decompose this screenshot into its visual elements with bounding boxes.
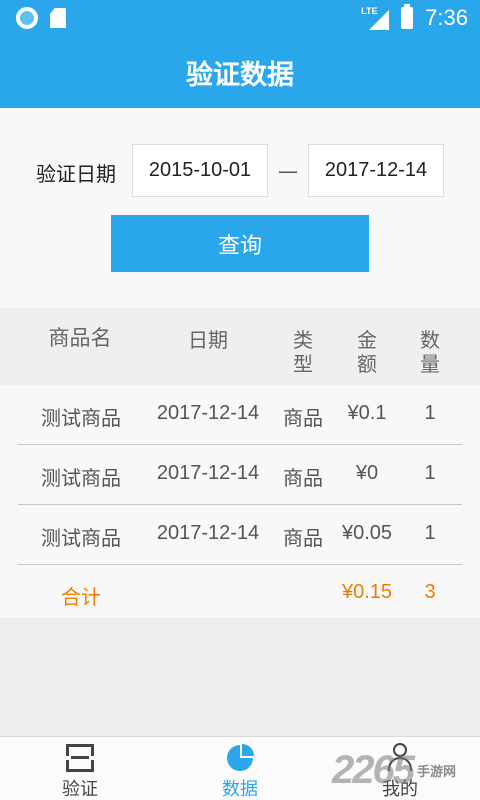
app-header: 验证数据 xyxy=(0,36,480,108)
column-header-name: 商品名 xyxy=(48,326,112,350)
cell-qty: 1 xyxy=(424,522,436,544)
query-button[interactable]: 查询 xyxy=(111,215,369,272)
cell-qty: 1 xyxy=(424,462,436,484)
cell-type: 商品 xyxy=(283,406,323,430)
table-body: 测试商品 2017-12-14 商品 ¥0.1 1 测试商品 2017-12-1… xyxy=(0,385,480,618)
page-title: 验证数据 xyxy=(186,59,294,91)
cell-name: 测试商品 xyxy=(41,466,121,490)
watermark-number: 2265 xyxy=(332,748,415,792)
table-row[interactable]: 测试商品 2017-12-14 商品 ¥0.1 1 xyxy=(0,385,480,445)
cell-qty: 1 xyxy=(424,402,436,424)
tab-verify-label: 验证 xyxy=(62,779,98,800)
end-date-field[interactable]: 2017-12-14 xyxy=(308,144,444,197)
total-label: 合计 xyxy=(61,585,101,609)
table-header: 商品名 日期 类型 金额 数量 xyxy=(0,308,480,385)
cell-name: 测试商品 xyxy=(41,406,121,430)
total-amount: ¥0.15 xyxy=(341,581,393,603)
column-header-amount: 金额 xyxy=(357,328,377,376)
total-row: 合计 ¥0.15 3 xyxy=(0,565,480,617)
scan-icon xyxy=(66,744,94,772)
watermark-logo: 2265 手游网 xyxy=(332,748,456,793)
status-bar: LTE 7:36 xyxy=(0,0,480,36)
tab-data[interactable]: 数据 xyxy=(180,737,300,800)
watermark-text: 手游网 xyxy=(416,765,456,780)
notification-ring-icon xyxy=(16,7,38,29)
date-range-separator: — xyxy=(278,159,298,183)
start-date-field[interactable]: 2015-10-01 xyxy=(132,144,268,197)
signal-icon: LTE xyxy=(361,6,390,30)
tab-verify[interactable]: 验证 xyxy=(20,737,140,800)
column-header-qty: 数量 xyxy=(420,328,440,376)
battery-icon xyxy=(401,4,414,29)
sd-card-icon xyxy=(50,8,66,28)
table-row[interactable]: 测试商品 2017-12-14 商品 ¥0 1 xyxy=(0,445,480,505)
cell-date: 2017-12-14 xyxy=(156,522,260,544)
total-qty: 3 xyxy=(424,581,436,603)
cell-amount: ¥0 xyxy=(355,462,379,484)
date-filter-panel xyxy=(0,108,480,308)
status-time: 7:36 xyxy=(425,5,468,30)
date-filter-label: 验证日期 xyxy=(36,162,116,186)
cell-amount: ¥0.05 xyxy=(341,522,393,544)
cell-date: 2017-12-14 xyxy=(156,402,260,424)
cell-date: 2017-12-14 xyxy=(156,462,260,484)
cell-amount: ¥0.1 xyxy=(347,402,387,424)
pie-chart-icon xyxy=(227,744,254,771)
column-header-type: 类型 xyxy=(293,328,313,376)
cell-name: 测试商品 xyxy=(41,526,121,550)
column-header-date: 日期 xyxy=(188,328,228,352)
tab-data-label: 数据 xyxy=(222,779,258,800)
table-row[interactable]: 测试商品 2017-12-14 商品 ¥0.05 1 xyxy=(0,505,480,565)
cell-type: 商品 xyxy=(283,466,323,490)
cell-type: 商品 xyxy=(283,526,323,550)
